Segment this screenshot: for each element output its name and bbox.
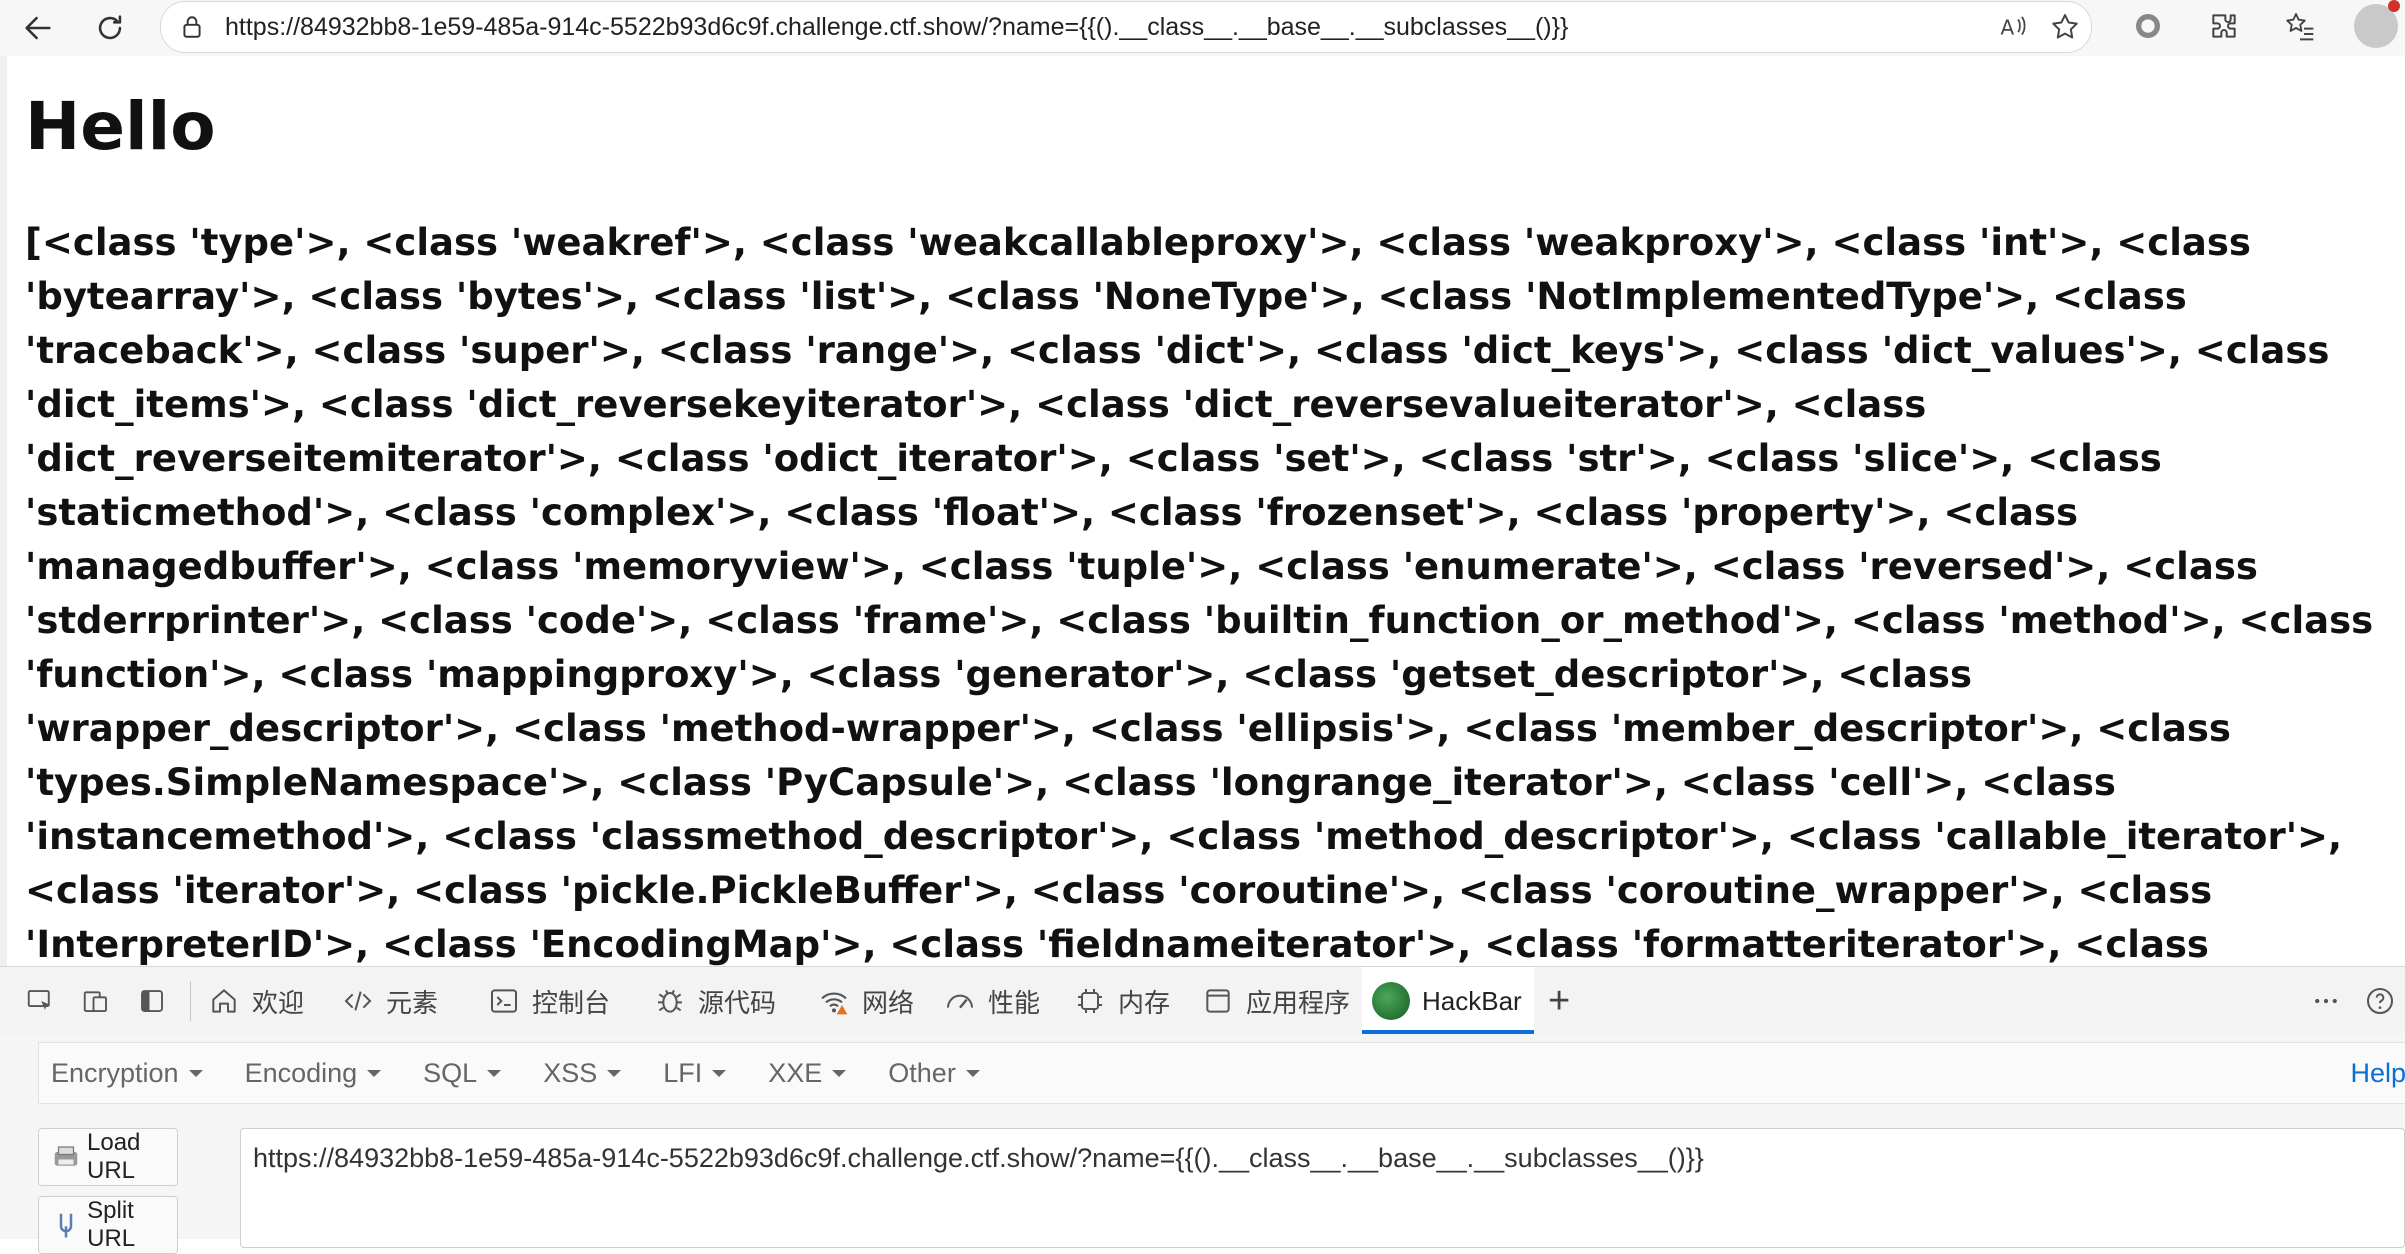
hackbar-url-field[interactable]: https://84932bb8-1e59-485a-914c-5522b93d… bbox=[240, 1128, 2405, 1248]
favorite-star-icon[interactable] bbox=[2039, 2, 2091, 52]
home-icon bbox=[206, 983, 242, 1019]
bug-icon bbox=[652, 983, 688, 1019]
tracking-icon[interactable] bbox=[2110, 0, 2186, 52]
more-options-icon[interactable] bbox=[2306, 981, 2346, 1021]
profile-avatar[interactable] bbox=[2338, 0, 2405, 52]
address-bar[interactable]: https://84932bb8-1e59-485a-914c-5522b93d… bbox=[160, 1, 2092, 53]
load-url-button[interactable]: Load URL bbox=[38, 1128, 178, 1186]
menu-encoding[interactable]: Encoding bbox=[245, 1058, 382, 1089]
add-tab-button[interactable]: + bbox=[1548, 967, 1588, 1035]
tab-welcome[interactable]: 欢迎 bbox=[206, 967, 326, 1035]
tab-hackbar[interactable]: HackBar bbox=[1362, 967, 1534, 1035]
page-heading: Hello bbox=[25, 88, 216, 165]
help-question-icon[interactable] bbox=[2360, 981, 2400, 1021]
chevron-down-icon bbox=[712, 1069, 727, 1077]
svg-text:A: A bbox=[2001, 16, 2015, 40]
tab-performance[interactable]: 性能 bbox=[942, 967, 1052, 1035]
tab-memory[interactable]: 内存 bbox=[1072, 967, 1182, 1035]
inspect-element-icon[interactable] bbox=[20, 981, 60, 1021]
device-emulation-icon[interactable] bbox=[76, 981, 116, 1021]
subclasses-output: [<class 'type'>, <class 'weakref'>, <cla… bbox=[25, 221, 2374, 966]
split-url-button[interactable]: Split URL bbox=[38, 1196, 178, 1254]
hackbar-menubar: Encryption Encoding SQL XSS LFI XXE Othe… bbox=[38, 1042, 2405, 1104]
extensions-icon[interactable] bbox=[2186, 0, 2262, 52]
browser-toolbar: https://84932bb8-1e59-485a-914c-5522b93d… bbox=[0, 0, 2405, 56]
menu-xss[interactable]: XSS bbox=[543, 1058, 622, 1089]
tab-network[interactable]: 网络 bbox=[816, 967, 916, 1035]
back-icon[interactable] bbox=[14, 4, 62, 52]
hackbar-panel: Encryption Encoding SQL XSS LFI XXE Othe… bbox=[0, 1034, 2405, 1254]
menu-encryption[interactable]: Encryption bbox=[51, 1058, 203, 1089]
refresh-icon[interactable] bbox=[86, 4, 134, 52]
chevron-down-icon bbox=[367, 1069, 382, 1077]
menu-xxe[interactable]: XXE bbox=[768, 1058, 847, 1089]
chevron-down-icon bbox=[832, 1069, 847, 1077]
chevron-down-icon bbox=[188, 1069, 203, 1077]
menu-sql[interactable]: SQL bbox=[423, 1058, 502, 1089]
chevron-down-icon bbox=[487, 1069, 502, 1077]
dock-side-icon[interactable] bbox=[132, 981, 172, 1021]
favorites-list-icon[interactable] bbox=[2262, 0, 2338, 52]
hackbar-logo-icon bbox=[1372, 982, 1410, 1020]
tab-application[interactable]: 应用程序 bbox=[1200, 967, 1352, 1035]
web-page: Hello [<class 'type'>, <class 'weakref'>… bbox=[0, 56, 2405, 966]
wifi-warning-icon bbox=[816, 983, 852, 1019]
split-url-icon bbox=[51, 1208, 81, 1242]
menu-lfi[interactable]: LFI bbox=[663, 1058, 727, 1089]
performance-icon bbox=[942, 983, 978, 1019]
tab-console[interactable]: 控制台 bbox=[486, 967, 622, 1035]
chevron-down-icon bbox=[965, 1069, 980, 1077]
devtools-tabbar: 欢迎 元素 控制台 源代码 网络 性能 内存 应用程序 HackBar + bbox=[0, 966, 2405, 1036]
load-url-icon bbox=[51, 1140, 81, 1174]
application-icon bbox=[1200, 983, 1236, 1019]
console-icon bbox=[486, 983, 522, 1019]
tab-sources[interactable]: 源代码 bbox=[652, 967, 788, 1035]
menu-other[interactable]: Other bbox=[888, 1058, 980, 1089]
help-link[interactable]: Help bbox=[2350, 1043, 2405, 1103]
chevron-down-icon bbox=[607, 1069, 622, 1077]
memory-chip-icon bbox=[1072, 983, 1108, 1019]
read-aloud-icon[interactable]: A bbox=[1987, 2, 2039, 52]
code-icon bbox=[340, 983, 376, 1019]
tab-elements[interactable]: 元素 bbox=[340, 967, 460, 1035]
hackbar-url-input[interactable]: https://84932bb8-1e59-485a-914c-5522b93d… bbox=[241, 1129, 2404, 1247]
address-url[interactable]: https://84932bb8-1e59-485a-914c-5522b93d… bbox=[225, 13, 1568, 42]
lock-icon[interactable] bbox=[177, 12, 207, 42]
